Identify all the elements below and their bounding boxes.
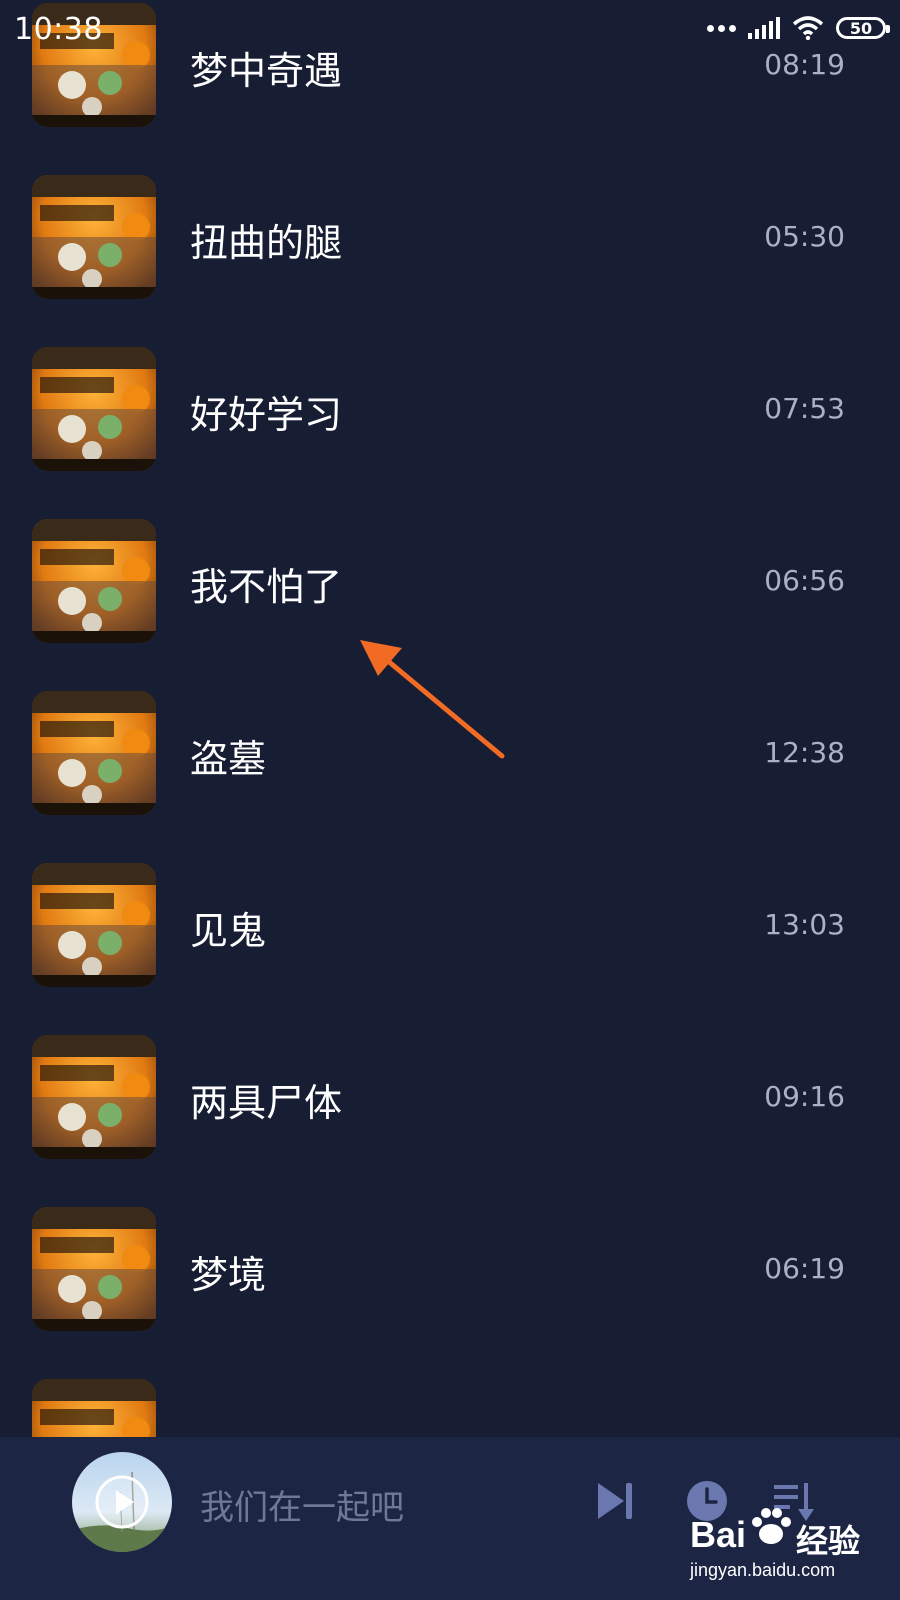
play-icon[interactable]: [94, 1474, 150, 1530]
song-duration: 12:38: [764, 736, 845, 769]
watermark-brand-b: 经验: [796, 1523, 861, 1559]
song-row[interactable]: 盗墓 12:38: [0, 666, 900, 841]
battery-level: 50: [849, 18, 873, 38]
album-cover: [32, 519, 156, 643]
next-track-icon[interactable]: [596, 1479, 636, 1523]
song-duration: 05:30: [764, 220, 845, 253]
song-title: 见鬼: [190, 909, 267, 953]
status-time: 10:38: [14, 12, 103, 47]
cellular-signal-icon: [748, 17, 780, 39]
wifi-icon: [792, 16, 824, 40]
watermark-brand-a: Bai: [690, 1514, 747, 1555]
song-title: 两具尸体: [190, 1081, 343, 1125]
song-row[interactable]: 扭曲的腿 05:30: [0, 150, 900, 325]
song-row[interactable]: 好好学习 07:53: [0, 322, 900, 497]
song-row[interactable]: 梦境 06:19: [0, 1182, 900, 1357]
album-cover: [32, 691, 156, 815]
status-bar: 10:38 50: [0, 0, 900, 60]
song-row[interactable]: 我不怕了 06:56: [0, 494, 900, 669]
app-screen: 梦中奇遇 08:19 扭曲的腿 05:30 好好学习 07:53 我不怕了 06…: [0, 0, 900, 1600]
album-cover: [32, 1207, 156, 1331]
status-icons: 50: [707, 16, 890, 40]
album-cover: [32, 347, 156, 471]
song-row[interactable]: 见鬼 13:03: [0, 838, 900, 1013]
battery-icon: 50: [836, 17, 890, 39]
paw-icon: [752, 1508, 791, 1544]
now-playing-title[interactable]: 我们在一起吧: [200, 1480, 404, 1529]
song-row[interactable]: 两具尸体 09:16: [0, 1010, 900, 1185]
song-title: 梦境: [190, 1253, 267, 1297]
now-playing-cover[interactable]: [72, 1452, 172, 1552]
album-cover: [32, 175, 156, 299]
song-duration: 06:56: [764, 564, 845, 597]
song-duration: 13:03: [764, 908, 845, 941]
more-dots-icon: [707, 24, 736, 32]
watermark-site: jingyan.baidu.com: [690, 1560, 836, 1580]
song-title: 扭曲的腿: [190, 221, 343, 265]
song-title: 好好学习: [190, 393, 343, 437]
song-title: 我不怕了: [190, 565, 343, 609]
album-cover: [32, 863, 156, 987]
baidu-jingyan-watermark: Bai 经验 jingyan.baidu.com: [690, 1500, 890, 1590]
song-title: 盗墓: [190, 737, 267, 781]
song-duration: 06:19: [764, 1252, 845, 1285]
song-duration: 09:16: [764, 1080, 845, 1113]
album-cover: [32, 1035, 156, 1159]
song-duration: 07:53: [764, 392, 845, 425]
